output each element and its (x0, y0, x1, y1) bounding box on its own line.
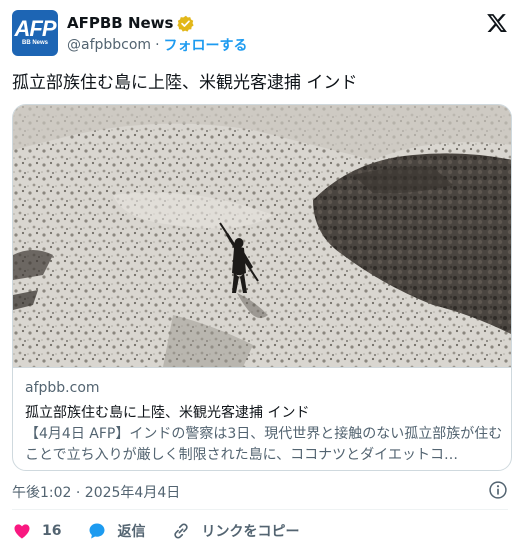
handle-row: @afpbbcom · フォローする (67, 35, 248, 55)
like-count: 16 (42, 523, 62, 539)
timestamp[interactable]: 午後1:02 · 2025年4月4日 (12, 482, 180, 502)
action-bar: 16 返信 リンクをコピー (12, 520, 325, 541)
card-title: 孤立部族住む島に上陸、米観光客逮捕 インド (25, 405, 310, 421)
card-image[interactable] (13, 105, 512, 367)
avatar-logo-subtext: BB News (21, 40, 48, 46)
follow-button[interactable]: フォローする (164, 35, 248, 55)
like-button[interactable]: 16 (12, 521, 61, 541)
link-icon (174, 523, 189, 539)
tweet-header: AFP BB News AFPBB News @afpbbcom · フォローす… (12, 10, 508, 58)
info-icon[interactable] (488, 480, 508, 500)
copy-link-button[interactable]: リンクをコピー (171, 521, 299, 541)
avatar-logo-text: AFP (14, 16, 57, 41)
display-name[interactable]: AFPBB News (67, 14, 173, 32)
reply-button[interactable]: 返信 (87, 521, 145, 541)
avatar[interactable]: AFP BB News (12, 10, 58, 56)
card-domain: afpbb.com (25, 380, 100, 396)
handle[interactable]: @afpbbcom (67, 37, 151, 53)
reply-bubble-icon (89, 523, 105, 539)
divider (12, 509, 508, 510)
link-card[interactable]: afpbb.com 孤立部族住む島に上陸、米観光客逮捕 インド 【4月4日 AF… (12, 104, 512, 471)
card-info[interactable]: afpbb.com 孤立部族住む島に上陸、米観光客逮捕 インド 【4月4日 AF… (13, 367, 511, 470)
heart-icon (14, 524, 30, 539)
name-row: AFPBB News (67, 12, 195, 34)
verified-badge-icon (177, 15, 195, 32)
copy-link-label: リンクをコピー (201, 524, 300, 540)
x-logo-icon[interactable] (486, 12, 508, 34)
tweet-text: 孤立部族住む島に上陸、米観光客逮捕 インド (12, 73, 358, 93)
reply-label: 返信 (117, 524, 146, 540)
card-description: 【4月4日 AFP】インドの警察は3日、現代世界と接触のない孤立部族が住むことで… (25, 426, 503, 463)
separator-dot: · (155, 37, 160, 53)
